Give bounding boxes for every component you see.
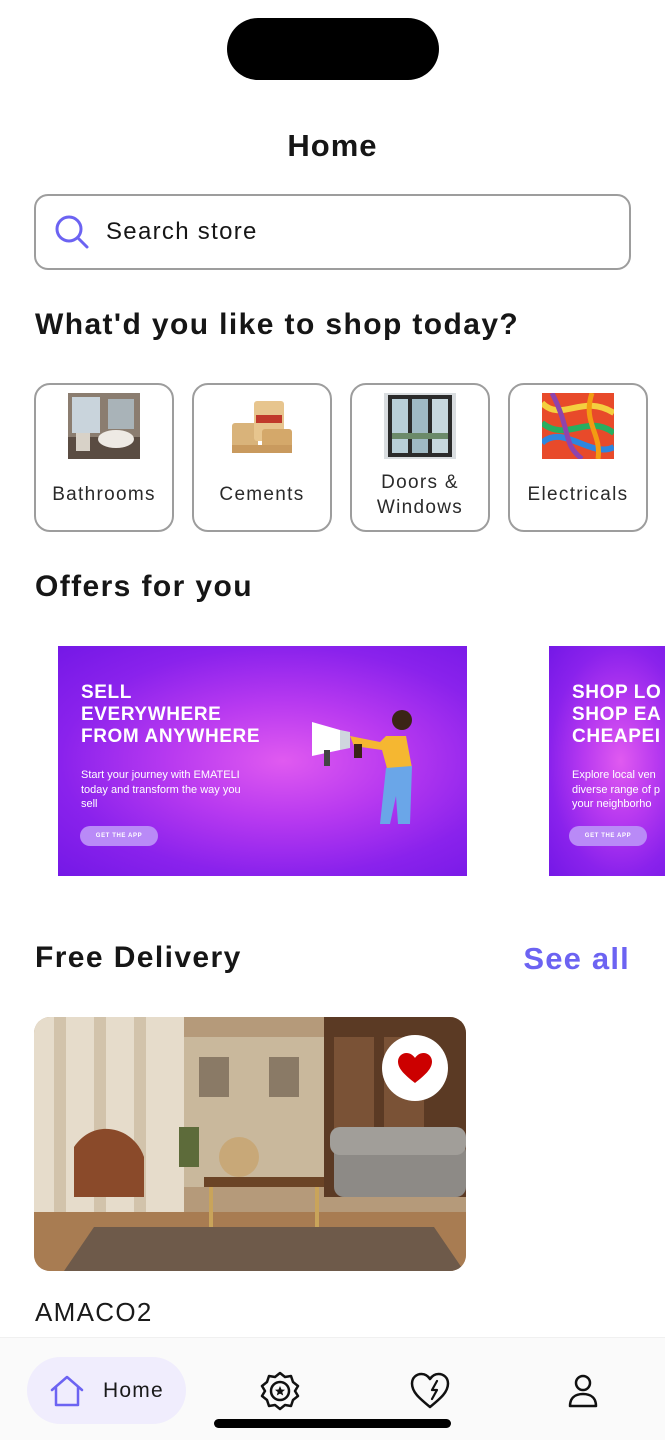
banner-headline: SHOP LO SHOP EA CHEAPEI (572, 682, 662, 747)
get-app-button[interactable]: GET THE APP (80, 826, 158, 846)
glass-doors-photo (384, 393, 456, 459)
status-notch (227, 18, 439, 80)
category-label: Bathrooms (52, 484, 156, 505)
banner-headline: SELL EVERYWHERE FROM ANYWHERE (81, 682, 261, 747)
category-cements[interactable]: Cements (192, 383, 332, 532)
category-label: Cements (219, 484, 305, 505)
get-app-button[interactable]: GET THE APP (569, 826, 647, 846)
product-name: AMACO2 (35, 1297, 153, 1327)
page-title: Home (287, 128, 378, 163)
bathroom-photo (68, 393, 140, 459)
categories-heading: What'd you like to shop today? (35, 308, 520, 341)
offers-heading: Offers for you (35, 570, 253, 603)
favorite-button[interactable] (382, 1035, 448, 1101)
category-bathrooms[interactable]: Bathrooms (34, 383, 174, 532)
deals-badge-icon[interactable] (260, 1371, 300, 1411)
megaphone-person-illustration (312, 710, 412, 824)
nav-home[interactable]: Home (27, 1357, 186, 1424)
search-icon (55, 215, 89, 249)
offer-banner[interactable]: SHOP LO SHOP EA CHEAPEI Explore local ve… (549, 646, 665, 876)
search-bar[interactable] (34, 194, 631, 270)
category-label: Doors & Windows (376, 471, 464, 518)
see-all-link[interactable]: See all (523, 941, 630, 977)
category-doors-windows[interactable]: Doors & Windows (350, 383, 490, 532)
home-indicator (214, 1419, 451, 1428)
category-list: Bathrooms Cements Doors & Windows Electr… (34, 383, 648, 532)
nav-home-label: Home (103, 1378, 164, 1402)
search-input[interactable] (106, 218, 586, 246)
cables-photo (542, 393, 614, 459)
banner-body: Explore local ven diverse range of p you… (572, 769, 661, 810)
category-electricals[interactable]: Electricals (508, 383, 648, 532)
product-card[interactable] (34, 1017, 466, 1271)
offer-banner[interactable]: SELL EVERYWHERE FROM ANYWHERE Start your… (58, 646, 467, 876)
free-delivery-heading: Free Delivery (35, 941, 242, 974)
category-label: Electricals (527, 484, 629, 505)
heart-icon (398, 1053, 432, 1083)
home-icon (50, 1375, 84, 1406)
banner-body: Start your journey with EMATELI today an… (81, 769, 241, 810)
profile-icon[interactable] (563, 1371, 603, 1411)
cement-bags-photo (226, 393, 298, 459)
heart-icon[interactable] (410, 1371, 450, 1411)
